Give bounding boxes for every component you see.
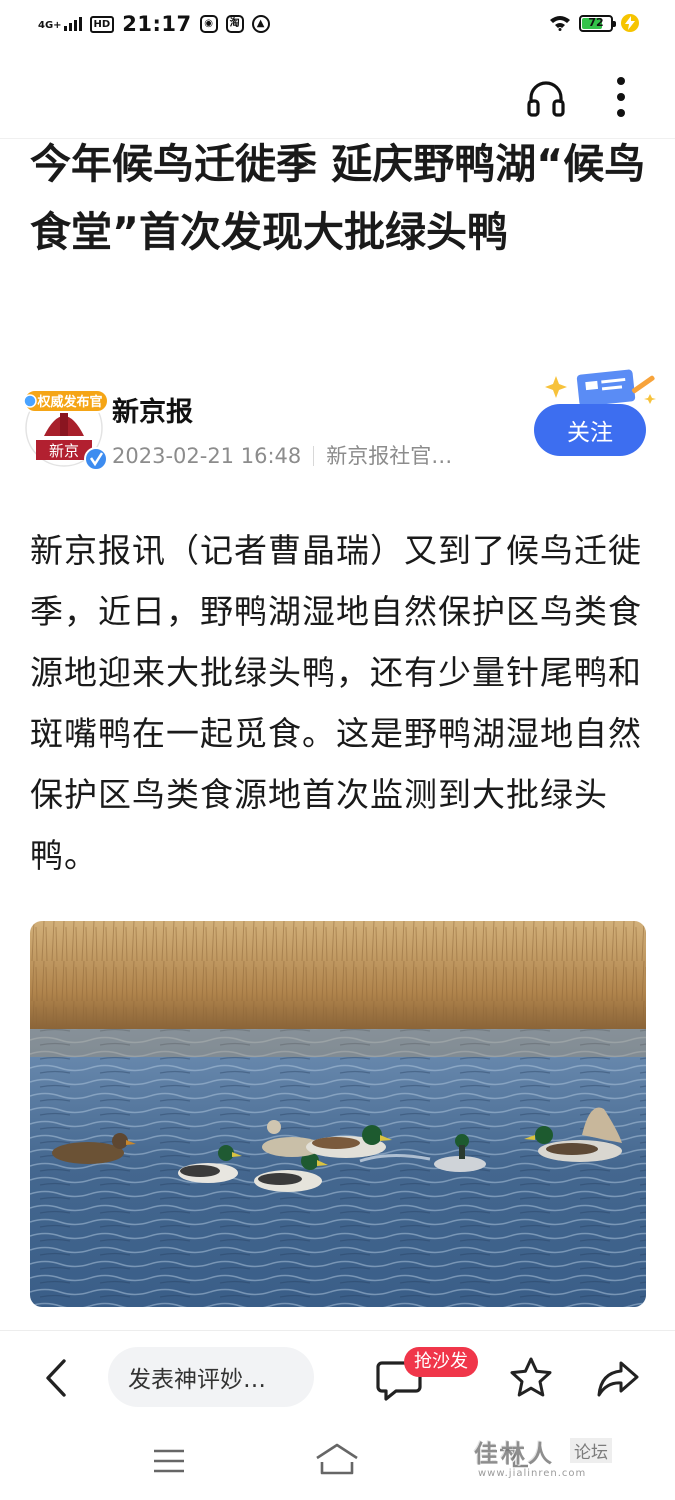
more-icon[interactable] <box>604 74 638 120</box>
watermark-main: 佳林人 <box>474 1440 555 1468</box>
alert-notification-icon: ▲ <box>251 15 270 33</box>
status-left: 4G+ HD 21:17 ◉ 淘 ▲ <box>38 12 270 36</box>
article-title: 今年候鸟迁徙季 延庆野鸭湖“候鸟食堂”首次发现大批绿头鸭 <box>30 140 646 256</box>
star-icon[interactable] <box>508 1355 554 1401</box>
share-icon[interactable] <box>595 1355 641 1401</box>
app-notification-icon: ◉ <box>199 15 218 33</box>
author-meta: 2023-02-21 16:48 新京报社官… <box>112 440 452 470</box>
battery-icon: 72 <box>579 14 616 32</box>
status-right: 72 <box>549 14 639 32</box>
watermark: 佳林人 论坛 www.jialinren.com <box>474 1432 654 1492</box>
charging-icon <box>621 14 639 32</box>
back-arrow-icon[interactable] <box>36 1355 76 1401</box>
article-photo[interactable] <box>30 921 646 1307</box>
author-row: 新京 权威发布官 新京报 2023-02-21 16:48 新京报社官… 关注 <box>14 368 664 478</box>
hd-badge: HD <box>89 15 115 33</box>
network-type: 4G+ <box>38 20 62 31</box>
battery-level: 72 <box>588 15 604 29</box>
author-account: 新京报社官… <box>326 444 453 468</box>
author-name[interactable]: 新京报 <box>112 390 193 429</box>
home-icon[interactable] <box>314 1442 360 1476</box>
signal-icon <box>63 17 82 31</box>
system-nav-bar: 佳林人 论坛 www.jialinren.com <box>0 1424 675 1500</box>
follow-button[interactable]: 关注 <box>534 404 646 456</box>
status-time: 21:17 <box>122 12 192 36</box>
avatar-text: 新京 <box>49 442 79 460</box>
watermark-tag: 论坛 <box>570 1438 612 1463</box>
taobao-notification-icon: 淘 <box>225 15 244 33</box>
headphone-icon[interactable] <box>524 76 568 120</box>
bottom-action-bar: 发表神评妙… 抢沙发 <box>0 1330 675 1425</box>
watermark-sub: www.jialinren.com <box>478 1468 587 1479</box>
sofa-badge[interactable]: 抢沙发 <box>404 1347 478 1377</box>
article-body: 新京报讯（记者曹晶瑞）又到了候鸟迁徙季，近日，野鸭湖湿地自然保护区鸟类食源地迎来… <box>30 531 642 875</box>
author-avatar[interactable]: 新京 权威发布官 <box>22 376 120 474</box>
follow-area: 关注 <box>534 368 664 468</box>
wifi-icon <box>550 16 570 31</box>
authority-badge-text: 权威发布官 <box>36 394 102 410</box>
verified-icon <box>84 447 108 471</box>
comment-input[interactable]: 发表神评妙… <box>108 1347 314 1407</box>
authority-badge: 权威发布官 <box>23 389 109 413</box>
status-bar: 4G+ HD 21:17 ◉ 淘 ▲ 72 <box>0 0 675 56</box>
publish-date: 2023-02-21 16:48 <box>112 444 302 468</box>
recent-apps-icon[interactable] <box>152 1446 186 1476</box>
article-top-bar <box>0 56 675 139</box>
